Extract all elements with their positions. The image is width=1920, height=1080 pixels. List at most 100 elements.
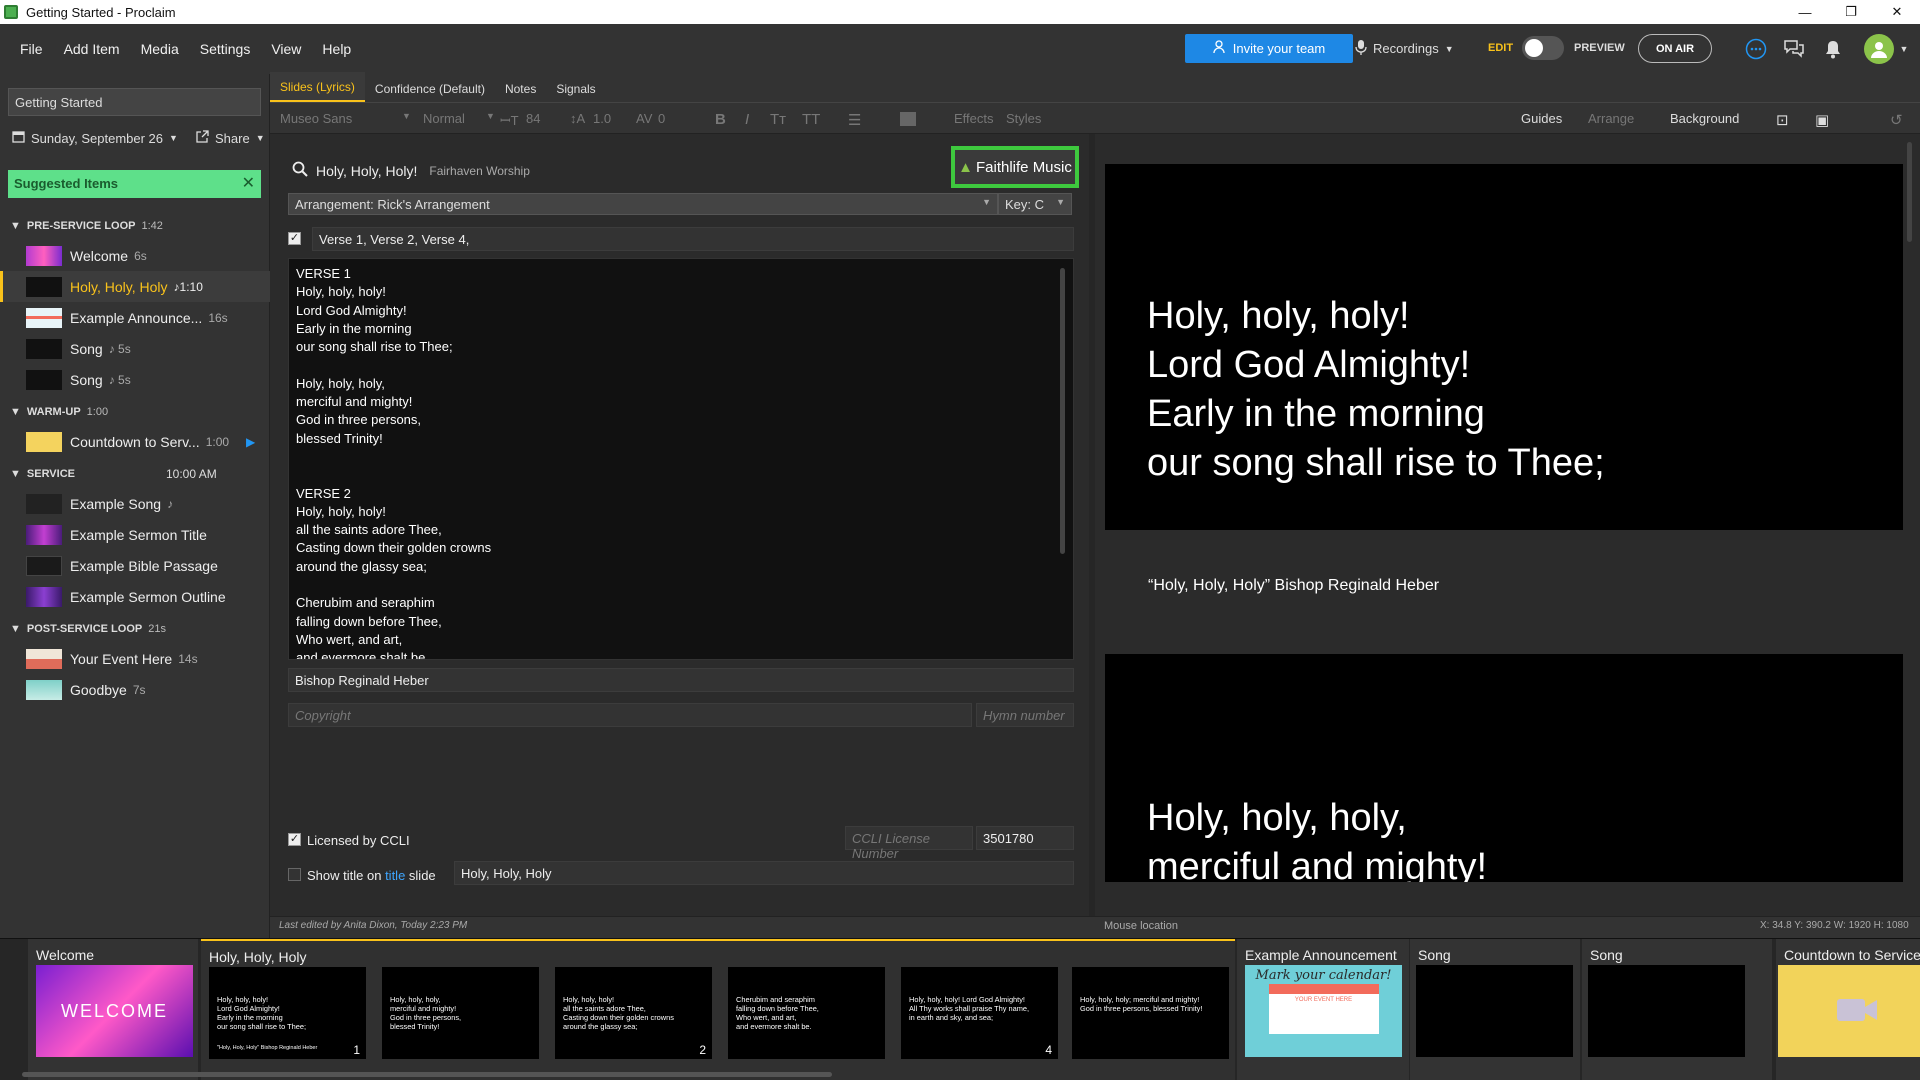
align-icon[interactable]: ☰	[848, 111, 861, 129]
show-title-checkbox[interactable]	[288, 868, 301, 881]
line-height-input[interactable]: 1.0	[593, 111, 611, 126]
reset-icon[interactable]: ↺	[1890, 111, 1903, 129]
sidebar-item-example-sermon-outline[interactable]: Example Sermon Outline	[0, 581, 270, 612]
styles-menu[interactable]: Styles	[1006, 111, 1041, 126]
strip-group-example-announcement[interactable]: Example Announcement Mark your calendar!…	[1237, 939, 1409, 1080]
menu-settings[interactable]: Settings	[200, 41, 251, 57]
preview-scrollbar[interactable]	[1907, 142, 1912, 242]
hymn-number-field[interactable]: Hymn number	[976, 703, 1074, 727]
tab-slides-lyrics[interactable]: Slides (Lyrics)	[270, 72, 365, 102]
font-size-input[interactable]: 84	[526, 111, 540, 126]
arrange-menu[interactable]: Arrange	[1588, 111, 1634, 126]
strip-slide[interactable]	[1588, 965, 1745, 1057]
section-header-warm-up[interactable]: ▼ WARM-UP 1:00	[0, 400, 270, 424]
title-text-field[interactable]: Holy, Holy, Holy	[454, 861, 1074, 885]
strip-scrollbar[interactable]	[22, 1072, 832, 1077]
faithlife-music-logo[interactable]: ▲ Faithlife Music	[951, 146, 1079, 188]
text-box-icon[interactable]: ⊡	[1776, 111, 1789, 129]
color-swatch[interactable]	[900, 112, 916, 126]
recordings-menu[interactable]: Recordings ▼	[1355, 39, 1454, 58]
strip-group-holy-holy-holy[interactable]: Holy, Holy, Holy Holy, holy, holy! Lord …	[201, 939, 1235, 1080]
strip-slide[interactable]: Holy, holy, holy! Lord God Almighty! Ear…	[209, 967, 366, 1059]
restore-button[interactable]: ❐	[1828, 0, 1874, 24]
sidebar-item-song-2[interactable]: Song ♪ 5s	[0, 364, 270, 395]
arrangement-select[interactable]: Arrangement: Rick's Arrangement ▼	[288, 193, 998, 215]
title-slide-link[interactable]: title	[385, 868, 405, 883]
italic-button[interactable]: I	[745, 111, 749, 128]
sidebar-item-example-song[interactable]: Example Song ♪	[0, 488, 270, 519]
strip-slide[interactable]: Holy, holy, holy, merciful and mighty! G…	[382, 967, 539, 1059]
lyrics-textarea[interactable]: VERSE 1 Holy, holy, holy! Lord God Almig…	[288, 258, 1074, 660]
strip-group-countdown[interactable]: Countdown to Service	[1776, 939, 1920, 1080]
chat-icon[interactable]	[1782, 37, 1806, 61]
invite-team-button[interactable]: Invite your team	[1185, 34, 1353, 63]
close-icon[interactable]: ✕	[242, 173, 255, 193]
uppercase-button[interactable]: TT	[802, 111, 820, 128]
author-field[interactable]: Bishop Reginald Heber	[288, 668, 1074, 692]
ccli-licensed-checkbox[interactable]: ✓	[288, 833, 301, 846]
sidebar-item-goodbye[interactable]: Goodbye 7s	[0, 674, 270, 705]
menu-view[interactable]: View	[271, 41, 301, 57]
minimize-button[interactable]: —	[1782, 0, 1828, 24]
text-case-button[interactable]: Tт	[770, 111, 786, 128]
font-weight-select[interactable]: Normal	[423, 111, 465, 126]
lyrics-scrollbar[interactable]	[1060, 268, 1065, 554]
notifications-bell-icon[interactable]	[1821, 37, 1845, 61]
background-menu[interactable]: Background	[1670, 111, 1739, 126]
strip-slide-announcement[interactable]: Mark your calendar! YOUR EVENT HERE	[1245, 965, 1402, 1057]
sidebar-item-example-announcement[interactable]: Example Announce... 16s	[0, 302, 270, 333]
slide-preview-2[interactable]: Holy, holy, holy, merciful and mighty!	[1105, 654, 1903, 882]
sequence-checkbox[interactable]: ✓	[288, 232, 301, 245]
section-header-post-service[interactable]: ▼ POST-SERVICE LOOP 21s	[0, 617, 270, 641]
sidebar-item-your-event-here[interactable]: Your Event Here 14s	[0, 643, 270, 674]
strip-slide[interactable]: Holy, holy, holy! Lord God Almighty! All…	[901, 967, 1058, 1059]
strip-slide-welcome[interactable]: WELCOME	[36, 965, 193, 1057]
strip-group-song-2[interactable]: Song	[1582, 939, 1772, 1080]
sidebar-item-holy-holy-holy[interactable]: Holy, Holy, Holy ♪1:10	[0, 271, 270, 302]
font-family-select[interactable]: Museo Sans	[280, 111, 352, 126]
faithlife-connect-icon[interactable]	[1744, 37, 1768, 61]
key-select[interactable]: Key: C ▼	[998, 193, 1072, 215]
sidebar-item-welcome[interactable]: Welcome 6s	[0, 240, 270, 271]
user-menu-chevron-icon[interactable]: ▼	[1892, 37, 1916, 61]
copyright-field[interactable]: Copyright	[288, 703, 972, 727]
guides-menu[interactable]: Guides	[1521, 111, 1562, 126]
user-avatar[interactable]	[1864, 34, 1894, 64]
strip-slide-countdown[interactable]	[1778, 965, 1920, 1057]
edit-preview-toggle[interactable]	[1522, 36, 1564, 60]
song-search[interactable]: Holy, Holy, Holy! Fairhaven Worship	[292, 161, 530, 180]
sidebar-item-example-bible-passage[interactable]: Example Bible Passage	[0, 550, 270, 581]
tab-signals[interactable]: Signals	[546, 82, 605, 102]
slide-preview-1[interactable]: Holy, holy, holy! Lord God Almighty! Ear…	[1105, 164, 1903, 530]
play-icon[interactable]: ▶	[246, 435, 255, 449]
suggested-items-banner[interactable]: Suggested Items ✕	[8, 170, 261, 198]
ccli-license-number-field[interactable]: 3501780	[976, 826, 1074, 850]
tab-confidence[interactable]: Confidence (Default)	[365, 82, 495, 102]
section-header-pre-service[interactable]: ▼ PRE-SERVICE LOOP 1:42	[0, 214, 270, 238]
on-air-button[interactable]: ON AIR	[1638, 34, 1712, 63]
effects-menu[interactable]: Effects	[954, 111, 994, 126]
sidebar-item-countdown[interactable]: Countdown to Serv... 1:00 ▶	[0, 426, 270, 457]
sequence-field[interactable]: Verse 1, Verse 2, Verse 4,	[312, 227, 1074, 251]
strip-slide[interactable]: Cherubim and seraphim falling down befor…	[728, 967, 885, 1059]
tab-notes[interactable]: Notes	[495, 82, 546, 102]
menu-help[interactable]: Help	[322, 41, 351, 57]
menu-file[interactable]: File	[20, 41, 43, 57]
strip-group-welcome[interactable]: Welcome WELCOME	[28, 939, 198, 1080]
service-date-picker[interactable]: Sunday, September 26 ▼	[12, 130, 178, 146]
close-window-button[interactable]: ✕	[1874, 0, 1920, 24]
strip-slide[interactable]	[1416, 965, 1573, 1057]
sidebar-item-example-sermon-title[interactable]: Example Sermon Title	[0, 519, 270, 550]
presentation-name-input[interactable]: Getting Started	[8, 88, 261, 116]
section-header-service[interactable]: ▼ SERVICE 10:00 AM	[0, 462, 270, 486]
sidebar-item-song-1[interactable]: Song ♪ 5s	[0, 333, 270, 364]
image-icon[interactable]: ▣	[1815, 111, 1829, 129]
menu-add-item[interactable]: Add Item	[64, 41, 120, 57]
share-button[interactable]: Share ▼	[196, 130, 265, 146]
strip-group-song-1[interactable]: Song	[1410, 939, 1580, 1080]
strip-slide[interactable]: Holy, holy, holy; merciful and mighty! G…	[1072, 967, 1229, 1059]
menu-media[interactable]: Media	[141, 41, 179, 57]
strip-slide[interactable]: Holy, holy, holy! all the saints adore T…	[555, 967, 712, 1059]
bold-button[interactable]: B	[715, 111, 726, 128]
letter-spacing-input[interactable]: 0	[658, 111, 665, 126]
